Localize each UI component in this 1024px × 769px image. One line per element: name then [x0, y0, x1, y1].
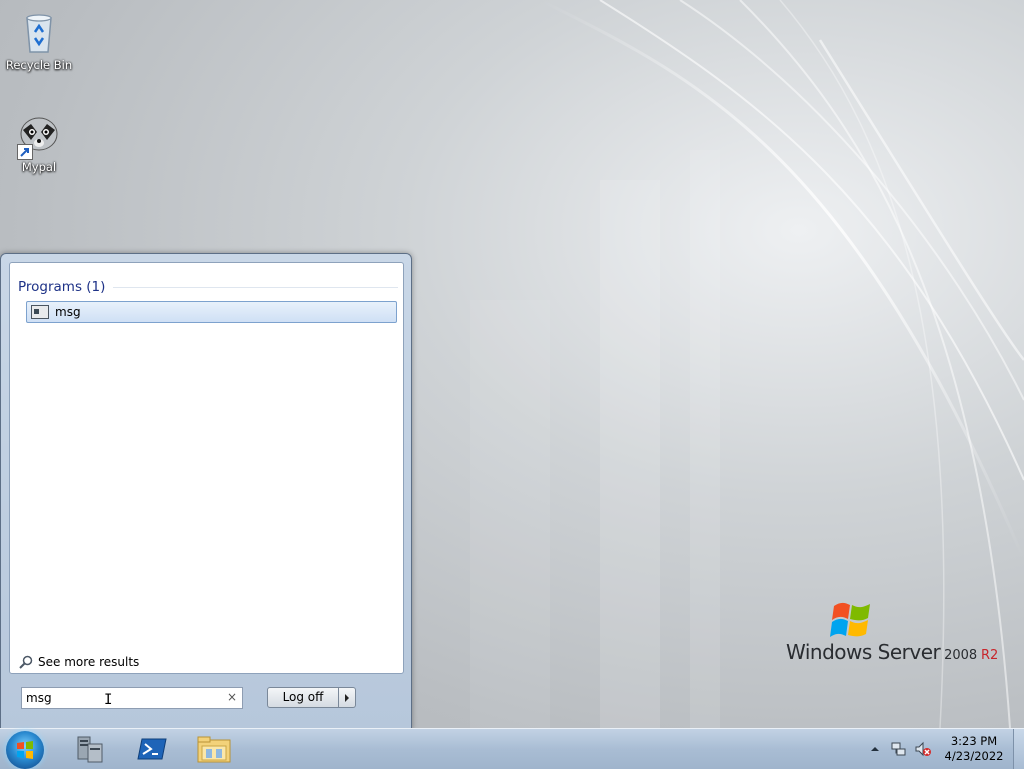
brand-version: 2008 [944, 648, 978, 663]
group-divider [113, 286, 398, 288]
search-result-label: msg [55, 305, 81, 319]
mypal-label: Mypal [21, 160, 57, 174]
shortcut-arrow-icon [17, 144, 33, 160]
search-result-msg[interactable]: msg [26, 301, 397, 323]
search-results-panel: Programs (1) msg See more results [9, 262, 404, 674]
server-manager-icon [77, 736, 103, 763]
raccoon-icon [15, 110, 63, 160]
file-explorer-icon [197, 736, 231, 763]
start-menu: Programs (1) msg See more results I × Lo… [0, 253, 412, 730]
search-icon [19, 655, 33, 669]
clock-time: 3:23 PM [950, 734, 998, 748]
network-icon[interactable] [890, 741, 906, 757]
programs-group-header[interactable]: Programs (1) [18, 277, 398, 297]
recycle-bin-icon [15, 8, 63, 56]
start-search-box[interactable]: I × [21, 687, 243, 709]
console-app-icon [31, 305, 49, 319]
shutdown-options-arrow-button[interactable] [339, 687, 356, 708]
recycle-bin-label: Recycle Bin [5, 58, 73, 72]
desktop-icon-mypal[interactable]: Mypal [1, 110, 77, 174]
search-input[interactable] [26, 690, 216, 705]
powershell-icon [137, 738, 167, 760]
taskbar-server-manager-button[interactable] [68, 732, 112, 766]
windows-flag-icon [830, 602, 870, 637]
show-hidden-icons-arrow-icon[interactable] [870, 744, 880, 754]
logoff-control: Log off [267, 687, 356, 708]
taskbar-powershell-button[interactable] [130, 732, 174, 766]
clear-search-icon[interactable]: × [227, 690, 237, 704]
brand-edition: R2 [980, 648, 999, 663]
logoff-button[interactable]: Log off [267, 687, 339, 708]
start-button[interactable] [6, 731, 44, 769]
windows-server-logo: Windows Server 2008 R2 [786, 600, 999, 670]
desktop-icon-recycle-bin[interactable]: Recycle Bin [1, 8, 77, 72]
see-more-results-label: See more results [38, 655, 140, 669]
see-more-results-link[interactable]: See more results [18, 654, 139, 670]
taskbar: 3:23 PM 4/23/2022 [0, 728, 1024, 769]
taskbar-explorer-button[interactable] [192, 732, 236, 766]
volume-muted-icon[interactable] [914, 741, 932, 757]
show-desktop-button[interactable] [1013, 729, 1024, 769]
brand-name: Windows Server [786, 640, 941, 664]
programs-group-label: Programs (1) [18, 279, 106, 295]
system-clock[interactable]: 3:23 PM 4/23/2022 [942, 734, 1006, 764]
clock-date: 4/23/2022 [944, 749, 1004, 763]
windows-logo-icon [17, 741, 33, 759]
text-cursor-icon: I [104, 692, 113, 708]
